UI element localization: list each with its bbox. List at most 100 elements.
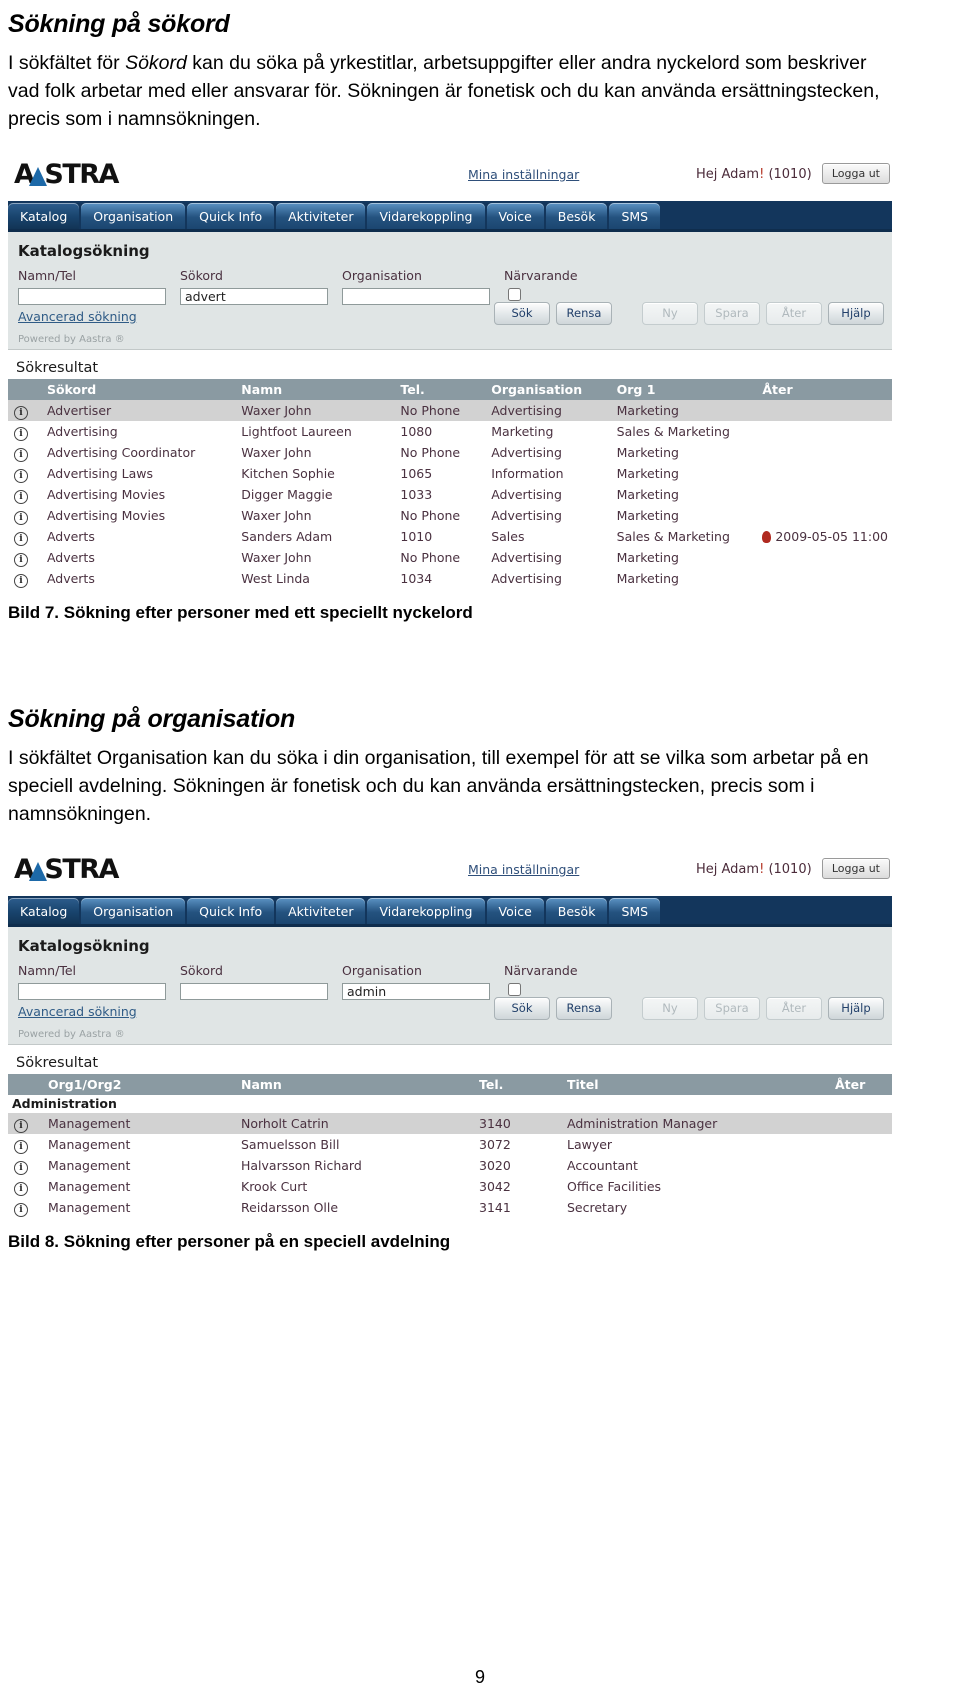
tab-besok[interactable]: Besök [545, 203, 608, 229]
tab-quick-info[interactable]: Quick Info [187, 203, 275, 229]
info-icon[interactable]: i [8, 568, 43, 589]
cell-org1: Marketing [616, 507, 679, 523]
info-icon[interactable]: i [8, 505, 43, 526]
tab-besok-2[interactable]: Besök [545, 898, 608, 924]
table-row[interactable]: i Advertising Coordinator Waxer John No Pho… [8, 442, 892, 463]
cell-namn: Samuelsson Bill [241, 1136, 340, 1152]
info-icon[interactable]: i [8, 463, 43, 484]
sokord-input-2[interactable] [180, 983, 328, 1000]
info-icon[interactable]: i [8, 1113, 44, 1134]
col-organisation-header[interactable]: Organisation [487, 379, 613, 400]
cell-org1: Marketing [616, 465, 679, 481]
col-org1-header[interactable]: Org 1 [612, 379, 759, 400]
col-org-header[interactable]: Org1/Org2 [44, 1074, 237, 1095]
advanced-search-link[interactable]: Avancerad sökning [18, 309, 137, 324]
col-icon-header [8, 379, 43, 400]
tab-vidarekoppling-2[interactable]: Vidarekoppling [367, 898, 485, 924]
info-icon[interactable]: i [8, 421, 43, 442]
table-row[interactable]: i Adverts West Linda 1034 Advertising Marketi… [8, 568, 892, 589]
table-row[interactable]: i Advertising Movies Digger Maggie 1033 Adve… [8, 484, 892, 505]
info-icon[interactable]: i [8, 1176, 44, 1197]
sokord-input[interactable] [180, 288, 328, 305]
col-tel-header[interactable]: Tel. [396, 379, 488, 400]
info-icon[interactable]: i [8, 526, 43, 547]
hjalp-button-2[interactable]: Hjälp [828, 997, 884, 1020]
namn-tel-input[interactable] [18, 288, 166, 305]
col-namn-header-2[interactable]: Namn [237, 1074, 475, 1095]
table-row[interactable]: i Adverts Waxer John No Phone Advertising Mar… [8, 547, 892, 568]
tab-organisation[interactable]: Organisation [81, 203, 186, 229]
info-icon[interactable]: i [8, 1155, 44, 1176]
logout-button[interactable]: Logga ut [821, 163, 890, 184]
info-icon[interactable]: i [8, 400, 43, 421]
col-namn-header[interactable]: Namn [237, 379, 397, 400]
results-body-2: Administration i Management Norholt Catrin 3… [8, 1095, 892, 1218]
tab-katalog-2[interactable]: Katalog [8, 898, 80, 924]
tab-aktiviteter-2[interactable]: Aktiviteter [276, 898, 366, 924]
table-row[interactable]: i Management Samuelsson Bill 3072 Lawyer [8, 1134, 892, 1155]
cell-tel: 1033 [400, 486, 433, 502]
cell-organisation: Advertising [491, 549, 562, 565]
cell-tel: 3072 [479, 1136, 511, 1152]
table-row[interactable]: i Advertiser Waxer John No Phone Advertising… [8, 400, 892, 421]
cell-org: Management [48, 1178, 131, 1194]
sok-button-2[interactable]: Sök [494, 997, 550, 1020]
results-table-1: Sökord Namn Tel. Organisation Org 1 Åter… [8, 379, 892, 589]
info-icon[interactable]: i [8, 547, 43, 568]
cell-org1: Marketing [616, 549, 679, 565]
info-icon[interactable]: i [8, 484, 43, 505]
tab-voice-2[interactable]: Voice [486, 898, 544, 924]
cell-tel: 1010 [400, 528, 433, 544]
table-row[interactable]: i Management Reidarsson Olle 3141 Secretary [8, 1197, 892, 1218]
tab-sms[interactable]: SMS [609, 203, 661, 229]
cell-org: Management [48, 1157, 131, 1173]
info-icon[interactable]: i [8, 442, 43, 463]
col-ater-header-2[interactable]: Åter [831, 1074, 892, 1095]
figure-caption-8: Bild 8. Sökning efter personer på en spe… [8, 1232, 451, 1251]
col-tel-header-2[interactable]: Tel. [475, 1074, 563, 1095]
info-icon[interactable]: i [8, 1134, 44, 1155]
table-row[interactable]: i Adverts Sanders Adam 1010 Sales Sales & Mar… [8, 526, 892, 547]
narvarande-checkbox-2[interactable] [508, 983, 521, 996]
narvarande-checkbox[interactable] [508, 288, 521, 301]
table-row[interactable]: i Advertising Laws Kitchen Sophie 1065 Infor… [8, 463, 892, 484]
organisation-input[interactable] [342, 288, 490, 305]
table-row[interactable]: i Management Halvarsson Richard 3020 Account… [8, 1155, 892, 1176]
namn-tel-input-2[interactable] [18, 983, 166, 1000]
col-titel-header[interactable]: Titel [563, 1074, 831, 1095]
cell-sokord: Advertising [46, 423, 118, 439]
rensa-button[interactable]: Rensa [556, 302, 612, 325]
info-icon[interactable]: i [8, 1197, 44, 1218]
label-organisation-2: Organisation [342, 963, 422, 978]
hjalp-button[interactable]: Hjälp [828, 302, 884, 325]
cell-organisation: Advertising [491, 507, 562, 523]
tab-voice[interactable]: Voice [486, 203, 544, 229]
tab-vidarekoppling[interactable]: Vidarekoppling [367, 203, 485, 229]
tab-aktiviteter[interactable]: Aktiviteter [276, 203, 366, 229]
field-sokord: Sökord [180, 268, 328, 305]
tab-quick-info-2[interactable]: Quick Info [187, 898, 275, 924]
col-sokord-header[interactable]: Sökord [42, 379, 238, 400]
field-sokord-2: Sökord [180, 963, 328, 1000]
table-row[interactable]: i Management Norholt Catrin 3140 Administrat… [8, 1113, 892, 1134]
table-row[interactable]: i Advertising Movies Waxer John No Phone Adv… [8, 505, 892, 526]
col-ater-header[interactable]: Åter [758, 379, 892, 400]
sok-button[interactable]: Sök [494, 302, 550, 325]
my-settings-link[interactable]: Mina inställningar [468, 167, 579, 182]
advanced-search-link-2[interactable]: Avancerad sökning [18, 1004, 137, 1019]
tab-katalog[interactable]: Katalog [8, 203, 80, 229]
cell-ater [831, 1134, 892, 1155]
tab-sms-2[interactable]: SMS [609, 898, 661, 924]
organisation-input-2[interactable] [342, 983, 490, 1000]
my-settings-link-2[interactable]: Mina inställningar [468, 862, 579, 877]
label-namn-tel-2: Namn/Tel [18, 963, 76, 978]
page-number: 9 [474, 1667, 485, 1687]
table-row[interactable]: i Advertising Lightfoot Laureen 1080 Marketi… [8, 421, 892, 442]
table-row[interactable]: i Management Krook Curt 3042 Office Faciliti… [8, 1176, 892, 1197]
logout-button-2[interactable]: Logga ut [821, 858, 890, 879]
tab-organisation-2[interactable]: Organisation [81, 898, 186, 924]
rensa-button-2[interactable]: Rensa [556, 997, 612, 1020]
cell-sokord: Adverts [46, 570, 95, 586]
cell-org: Management [44, 1113, 237, 1134]
cell-organisation: Advertising [491, 486, 562, 502]
